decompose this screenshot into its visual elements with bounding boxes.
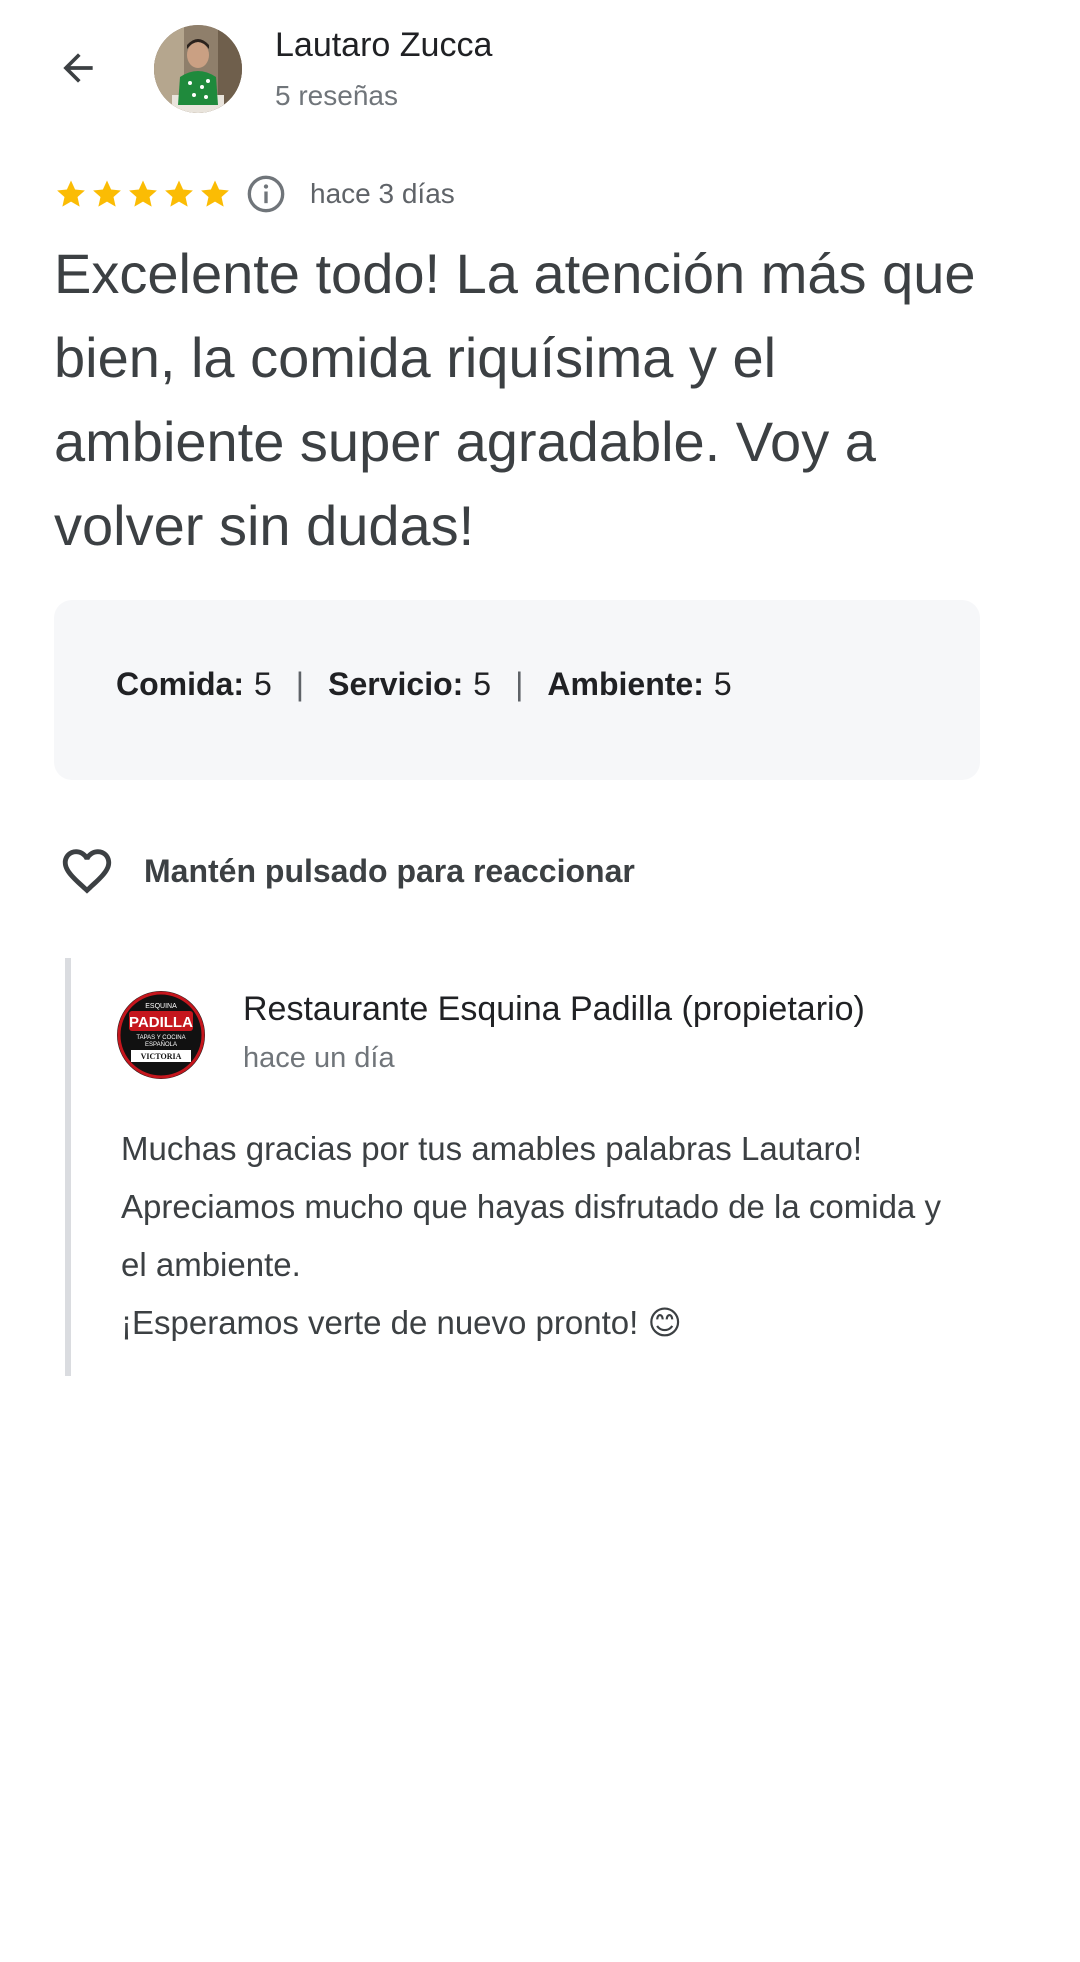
- reviewer-avatar[interactable]: [154, 25, 242, 113]
- review-header: Lautaro Zucca 5 reseñas: [0, 0, 1080, 140]
- owner-reply-line: Muchas gracias por tus amables palabras …: [121, 1130, 863, 1167]
- owner-reply-text: Muchas gracias por tus amables palabras …: [121, 1120, 1041, 1352]
- score-separator: |: [295, 666, 305, 702]
- star-icon: [93, 180, 121, 207]
- score-label-servicio: Servicio:: [328, 666, 464, 702]
- star-rating: [54, 177, 232, 211]
- category-scores-card: Comida: 5 | Servicio: 5 | Ambiente: 5: [54, 600, 980, 780]
- logo-text-victoria: VICTORIA: [141, 1052, 182, 1061]
- star-icon: [57, 180, 85, 207]
- back-button[interactable]: [40, 30, 116, 106]
- score-value-servicio: 5: [473, 666, 492, 702]
- review-date: hace 3 días: [310, 178, 455, 209]
- owner-logo[interactable]: ESQUINA PADILLA TAPAS Y COCINA ESPAÑOLA …: [117, 991, 205, 1079]
- owner-name: Restaurante Esquina Padilla (propietario…: [243, 990, 865, 1028]
- react-label: Mantén pulsado para reaccionar: [144, 852, 635, 889]
- score-value-comida: 5: [254, 666, 272, 702]
- arrow-back-icon: [63, 53, 93, 83]
- owner-reply-date: hace un día: [243, 1042, 395, 1074]
- react-button[interactable]: Mantén pulsado para reaccionar: [58, 842, 635, 900]
- score-value-ambiente: 5: [713, 666, 732, 702]
- reviewer-name[interactable]: Lautaro Zucca: [275, 26, 492, 65]
- logo-text-espanola: ESPAÑOLA: [145, 1041, 177, 1048]
- logo-text-esquina: ESQUINA: [145, 1003, 177, 1010]
- star-icon: [201, 180, 229, 207]
- owner-reply: ESQUINA PADILLA TAPAS Y COCINA ESPAÑOLA …: [65, 958, 1041, 1376]
- category-scores: Comida: 5 | Servicio: 5 | Ambiente: 5: [116, 666, 732, 703]
- logo-text-padilla: PADILLA: [129, 1014, 193, 1031]
- info-icon[interactable]: [246, 174, 286, 214]
- reviewer-review-count[interactable]: 5 reseñas: [275, 80, 398, 112]
- owner-reply-line: el ambiente.: [121, 1246, 301, 1283]
- score-label-ambiente: Ambiente:: [547, 666, 704, 702]
- star-icon: [129, 180, 157, 207]
- owner-reply-line: Apreciamos mucho que hayas disfrutado de…: [121, 1188, 941, 1225]
- owner-reply-line: ¡Esperamos verte de nuevo pronto! 😊: [121, 1304, 682, 1341]
- rating-row: hace 3 días: [54, 172, 455, 216]
- score-separator: |: [515, 666, 524, 702]
- score-label-comida: Comida:: [116, 666, 244, 702]
- logo-text-tapas: TAPAS Y COCINA: [136, 1035, 185, 1041]
- heart-outline-icon: [62, 849, 112, 894]
- star-icon: [165, 180, 193, 207]
- review-text: Excelente todo! La atención más que bien…: [54, 242, 976, 557]
